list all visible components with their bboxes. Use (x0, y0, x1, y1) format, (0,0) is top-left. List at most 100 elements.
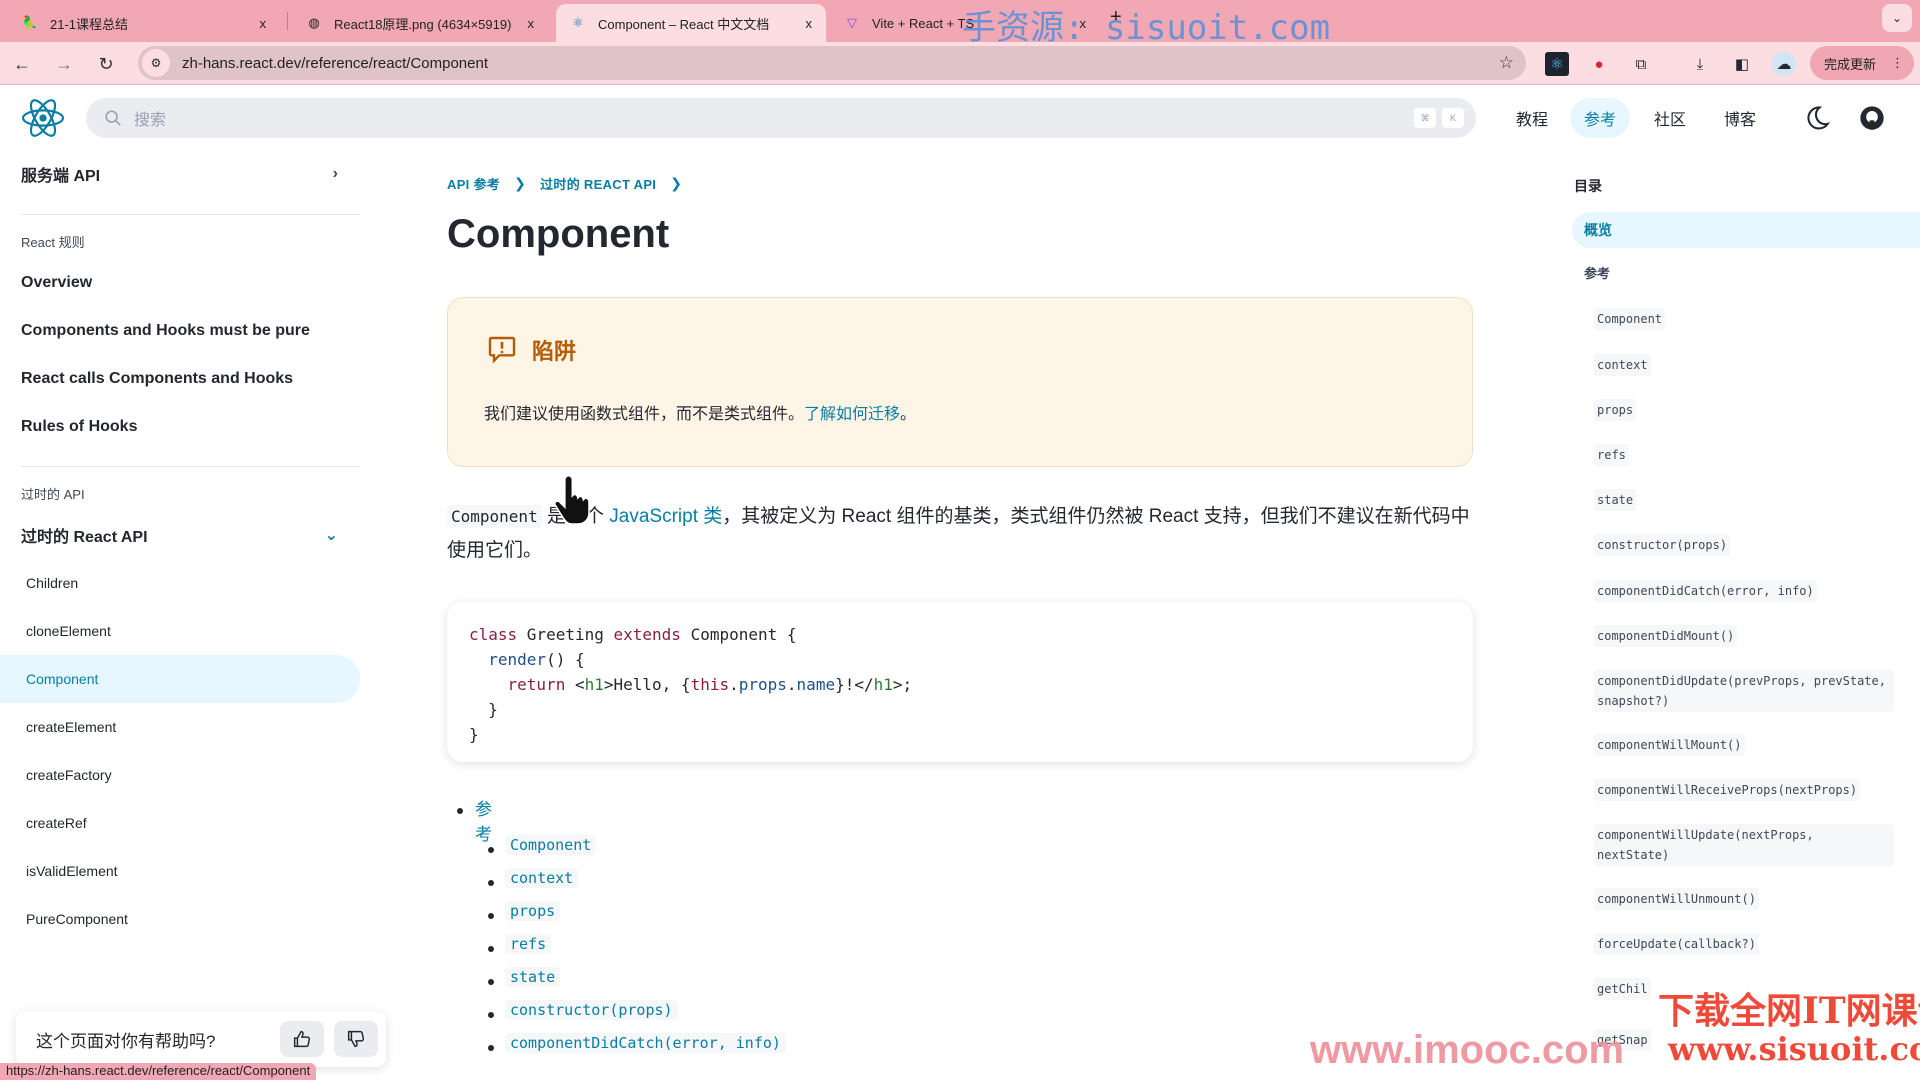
breadcrumb-api-reference[interactable]: API 参考 (447, 174, 500, 193)
toc-item[interactable]: props (1594, 399, 1637, 421)
sidebar-item-overview[interactable]: Overview (0, 259, 360, 307)
toc-item[interactable]: componentDidUpdate(prevProps, prevState,… (1594, 670, 1894, 712)
toc-item[interactable]: componentWillUnmount() (1594, 888, 1759, 910)
migration-link[interactable]: 了解如何迁移 (804, 406, 900, 423)
tab-react18-png[interactable]: ◍ React18原理.png (4634×5919) x (292, 4, 548, 42)
search-input[interactable]: 搜索 ⌘ K (86, 98, 1476, 138)
toc-item[interactable]: forceUpdate(callback?) (1594, 933, 1759, 955)
sidebar-item-isvalidelement[interactable]: isValidElement (0, 847, 360, 895)
extensions-puzzle-icon[interactable]: ⧉ (1629, 52, 1653, 76)
profile-avatar[interactable]: ☁ (1772, 52, 1796, 76)
javascript-class-link[interactable]: JavaScript 类 (609, 506, 722, 527)
sidebar-item-server-api[interactable]: 服务端 API › (0, 150, 360, 198)
close-icon[interactable]: x (528, 16, 535, 31)
close-icon[interactable]: x (260, 16, 267, 31)
outline-link[interactable]: componentDidCatch(error, info) (505, 1033, 786, 1053)
thumbs-up-icon (293, 1030, 311, 1048)
sidebar-item-rules-of-hooks[interactable]: Rules of Hooks (0, 403, 360, 451)
outline-link[interactable]: Component (505, 835, 597, 855)
reload-icon: ↻ (98, 53, 114, 74)
download-icon[interactable]: ⤓ (1688, 52, 1712, 76)
sidebar-item-react-calls[interactable]: React calls Components and Hooks (0, 355, 360, 403)
outline-link[interactable]: constructor(props) (505, 1000, 678, 1020)
sidebar-item-legacy-react-api[interactable]: 过时的 React API ⌄ (0, 511, 360, 559)
outline-link[interactable]: state (505, 967, 561, 987)
tab-component-docs[interactable]: ⚛ Component – React 中文文档 x (556, 4, 826, 42)
site-info-icon[interactable]: ⚙ (142, 49, 170, 77)
arrow-left-icon: ← (13, 53, 31, 74)
toc-item[interactable]: componentWillReceiveProps(nextProps) (1594, 779, 1861, 801)
toc-item[interactable]: 参考 (1572, 263, 1920, 282)
breadcrumb-legacy-api[interactable]: 过时的 REACT API (540, 174, 656, 193)
toc-item[interactable]: context (1594, 354, 1651, 376)
sidebar-divider (21, 466, 360, 467)
forward-button[interactable]: → (52, 52, 76, 76)
site-header: 搜索 ⌘ K 教程 参考 社区 博客 (0, 86, 1920, 150)
arrow-right-icon: → (55, 53, 73, 74)
toc-item[interactable]: constructor(props) (1594, 534, 1731, 556)
toc-heading: 目录 (1574, 178, 1602, 194)
address-bar[interactable]: ⚙ zh-hans.react.dev/reference/react/Comp… (138, 46, 1526, 80)
search-icon (105, 110, 121, 126)
side-panel-icon[interactable]: ◧ (1730, 52, 1754, 76)
sidebar-heading-rules: React 规则 (21, 235, 85, 250)
sidebar-item-cloneelement[interactable]: cloneElement (0, 607, 360, 655)
sidebar-item-createfactory[interactable]: createFactory (0, 751, 360, 799)
tab-separator (287, 12, 288, 30)
outline-link[interactable]: context (505, 868, 579, 888)
intro-paragraph: Component 是一个 JavaScript 类，其被定义为 React 组… (447, 505, 1470, 561)
bookmark-star-icon[interactable]: ☆ (1499, 53, 1514, 73)
toc-item[interactable]: getChil (1594, 978, 1651, 1000)
kbd-k: K (1442, 108, 1464, 128)
reload-button[interactable]: ↻ (94, 52, 118, 76)
code-content: class Greeting extends Component { rende… (469, 625, 913, 744)
toc-item[interactable]: state (1594, 489, 1637, 511)
watermark: www.imooc.com (1310, 1028, 1625, 1072)
watermark: 手资源: sisuoit.com (962, 8, 1331, 48)
browser-toolbar: ← → ↻ ⚙ zh-hans.react.dev/reference/reac… (0, 42, 1920, 85)
alert-speech-bubble-icon (488, 336, 516, 364)
bullet (488, 847, 494, 853)
toc-item[interactable]: refs (1594, 444, 1629, 466)
toc-item[interactable]: componentDidCatch(error, info) (1594, 580, 1817, 602)
sidebar-item-children[interactable]: Children (0, 559, 360, 607)
nav-learn[interactable]: 教程 (1502, 98, 1562, 138)
tab-search-button[interactable]: ⌄ (1882, 4, 1912, 32)
tab-course-summary[interactable]: 🦜 21-1课程总结 x (8, 4, 280, 42)
thumbs-down-icon (347, 1030, 365, 1048)
close-icon[interactable]: x (806, 16, 813, 31)
dark-mode-moon-icon[interactable] (1802, 104, 1830, 132)
more-menu-icon[interactable]: ⋮ (1891, 55, 1904, 71)
react-logo-icon[interactable] (20, 98, 66, 138)
toc-item[interactable]: componentDidMount() (1594, 625, 1738, 647)
nav-blog[interactable]: 博客 (1710, 98, 1770, 138)
outline-link[interactable]: refs (505, 934, 552, 954)
update-button[interactable]: 完成更新 ⋮ (1810, 46, 1914, 80)
sidebar-item-purecomponent[interactable]: PureComponent (0, 895, 360, 943)
toc-item[interactable]: 概览 (1572, 212, 1920, 248)
watermark: 下载全网IT网课请到 (1658, 990, 1920, 1032)
toc-item[interactable]: componentWillMount() (1594, 734, 1745, 756)
thumbs-up-button[interactable] (280, 1021, 324, 1057)
sidebar-item-pure[interactable]: Components and Hooks must be pure (0, 307, 360, 355)
sidebar-item-createelement[interactable]: createElement (0, 703, 360, 751)
nav-reference[interactable]: 参考 (1570, 98, 1631, 138)
bullet (488, 1045, 494, 1051)
outline-link[interactable]: props (505, 901, 561, 921)
toc-item[interactable]: Component (1594, 308, 1666, 330)
bullet (457, 808, 463, 814)
github-icon[interactable] (1858, 104, 1886, 132)
sidebar-item-component[interactable]: Component (0, 655, 360, 703)
nav-community[interactable]: 社区 (1640, 98, 1700, 138)
code-block[interactable]: class Greeting extends Component { rende… (447, 602, 1473, 762)
toc-item[interactable]: componentWillUpdate(nextProps, nextState… (1594, 824, 1894, 866)
url-text[interactable]: zh-hans.react.dev/reference/react/Compon… (182, 55, 488, 72)
react-devtools-extension-icon[interactable]: ⚛ (1545, 52, 1569, 76)
back-button[interactable]: ← (10, 52, 34, 76)
thumbs-down-button[interactable] (334, 1021, 378, 1057)
extension-icon[interactable]: ● (1587, 52, 1611, 76)
globe-icon: ◍ (308, 15, 320, 30)
sidebar: 服务端 API › React 规则 Overview Components a… (0, 150, 360, 1080)
sidebar-item-createref[interactable]: createRef (0, 799, 360, 847)
outline-link-reference[interactable]: 参考 (475, 795, 492, 845)
